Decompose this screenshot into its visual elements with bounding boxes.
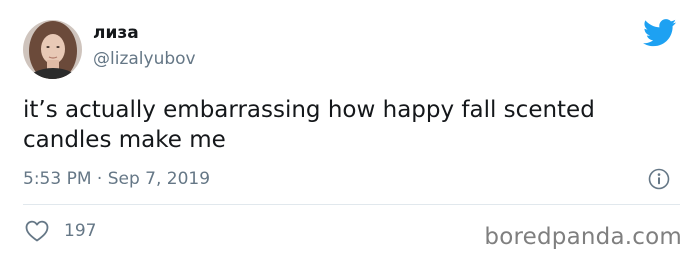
timestamp-separator: ·	[96, 169, 103, 189]
tweet-date: Sep 7, 2019	[107, 169, 211, 189]
tweet-text: it’s actually embarrassing how happy fal…	[23, 97, 595, 153]
twitter-bird-icon	[643, 19, 677, 47]
divider	[23, 204, 680, 205]
info-icon[interactable]	[648, 168, 670, 190]
avatar-photo	[23, 20, 82, 79]
tweet-time: 5:53 PM	[23, 169, 92, 189]
watermark: boredpanda.com	[484, 224, 682, 250]
heart-outline-icon[interactable]	[25, 220, 49, 242]
avatar[interactable]	[23, 20, 82, 79]
tweet-timestamp[interactable]: 5:53 PM · Sep 7, 2019	[23, 168, 210, 190]
like-count: 197	[64, 221, 97, 241]
display-name[interactable]: лиза	[93, 23, 139, 43]
user-handle[interactable]: @lizalyubov	[93, 49, 196, 69]
